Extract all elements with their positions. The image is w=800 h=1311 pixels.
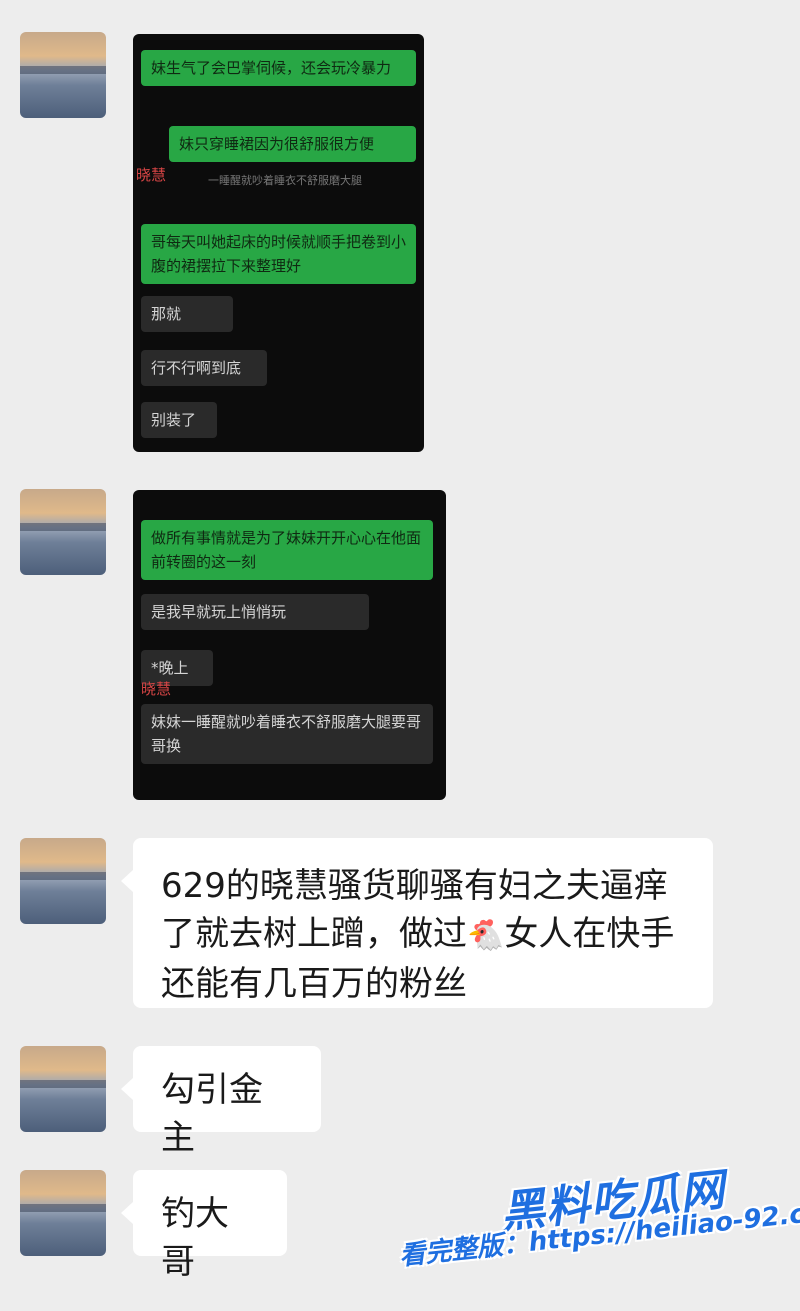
message-text: 钓大哥 — [161, 1194, 229, 1282]
chat-screenshot-image-2[interactable]: 做所有事情就是为了妹妹开开心心在他面前转圈的这一刻 是我早就玩上悄悄玩 *晚上 … — [133, 490, 446, 800]
screenshot-red-tag: 晓慧 — [136, 166, 167, 184]
chat-screenshot-image-1[interactable]: 妹生气了会巴掌伺候，还会玩冷暴力 妹只穿睡裙因为很舒服很方便 晓慧 一睡醒就吵着… — [133, 34, 424, 452]
screenshot-dark-bubble: 是我早就玩上悄悄玩 — [141, 594, 369, 630]
avatar[interactable] — [20, 1170, 106, 1256]
text-message-bubble[interactable]: 629的晓慧骚货聊骚有妇之夫逼痒 了就去树上蹭，做过🐔女人在快手 还能有几百万的… — [121, 838, 713, 1008]
screenshot-green-bubble: 妹生气了会巴掌伺候，还会玩冷暴力 — [141, 50, 416, 86]
screenshot-faint-text: 一睡醒就吵着睡衣不舒服磨大腿 — [208, 174, 362, 187]
message-text: 了就去树上蹭，做过 — [161, 914, 467, 954]
chicken-emoji-icon: 🐔 — [467, 918, 505, 953]
screenshot-green-bubble: 哥每天叫她起床的时候就顺手把卷到小腹的裙摆拉下来整理好 — [141, 224, 416, 284]
avatar[interactable] — [20, 489, 106, 575]
message-text: 勾引金主 — [161, 1070, 263, 1158]
message-line: 629的晓慧骚货聊骚有妇之夫逼痒 — [161, 866, 668, 906]
screenshot-green-bubble: 妹只穿睡裙因为很舒服很方便 — [169, 126, 416, 162]
screenshot-dark-bubble: 妹妹一睡醒就吵着睡衣不舒服磨大腿要哥哥换 — [141, 704, 433, 764]
avatar[interactable] — [20, 838, 106, 924]
message-text: 女人在快手 — [504, 914, 675, 954]
screenshot-dark-bubble: 那就 — [141, 296, 233, 332]
text-message-bubble[interactable]: 钓大哥 — [121, 1170, 287, 1282]
text-message-bubble[interactable]: 勾引金主 — [121, 1046, 321, 1158]
avatar[interactable] — [20, 1046, 106, 1132]
screenshot-dark-bubble: 别装了 — [141, 402, 217, 438]
screenshot-green-bubble: 做所有事情就是为了妹妹开开心心在他面前转圈的这一刻 — [141, 520, 433, 580]
avatar[interactable] — [20, 32, 106, 118]
message-line: 还能有几百万的粉丝 — [161, 964, 467, 1004]
message-line: 了就去树上蹭，做过🐔女人在快手 — [161, 910, 685, 960]
screenshot-red-tag: 晓慧 — [141, 680, 172, 698]
screenshot-dark-bubble: 行不行啊到底 — [141, 350, 267, 386]
